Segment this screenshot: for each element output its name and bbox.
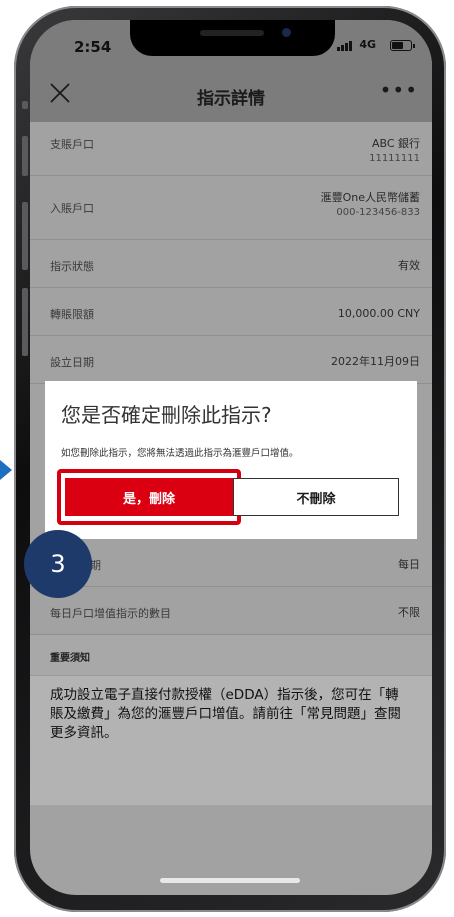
home-indicator[interactable]: [160, 878, 300, 883]
side-button-extra: [22, 288, 28, 356]
tutorial-pointer: [0, 460, 12, 480]
dialog-message: 如您刪除此指示，您將無法透過此指示為滙豐戶口增值。: [61, 448, 299, 459]
confirm-delete-button[interactable]: 是，刪除: [65, 478, 233, 516]
phone-screen: 2:54 4G 指示詳情 ••• 支賬戶口 ABC 銀行 11111111 入賬…: [30, 20, 432, 895]
delete-confirm-dialog: 您是否確定刪除此指示? 如您刪除此指示，您將無法透過此指示為滙豐戶口增值。 是，…: [45, 381, 417, 539]
step-number-badge: 3: [24, 530, 92, 598]
silent-switch: [22, 101, 28, 109]
cancel-delete-button[interactable]: 不刪除: [233, 478, 399, 516]
volume-up-button: [22, 136, 28, 176]
volume-down-button: [22, 202, 28, 270]
dialog-question: 您是否確定刪除此指示?: [61, 403, 272, 427]
